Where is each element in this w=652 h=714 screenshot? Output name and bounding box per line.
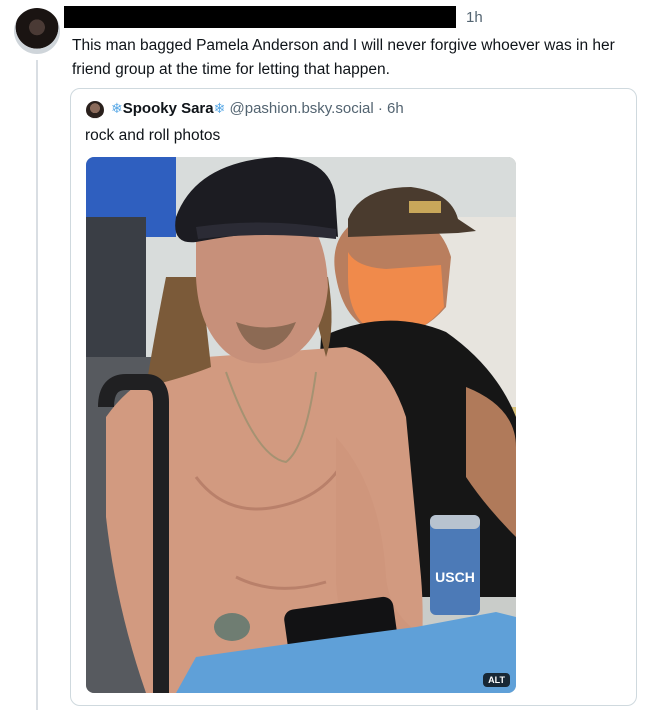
quoted-display-name[interactable]: Spooky Sara — [123, 100, 214, 117]
quoted-post[interactable]: ❄Spooky Sara❄ @pashion.bsky.social · 6h … — [70, 88, 637, 706]
quoted-post-header: ❄Spooky Sara❄ @pashion.bsky.social · 6h — [111, 100, 404, 117]
can-label: USCH — [435, 569, 475, 585]
quoted-handle-time[interactable]: @pashion.bsky.social · 6h — [230, 100, 404, 117]
snowflake-icon: ❄ — [111, 100, 123, 116]
quoted-post-text: rock and roll photos — [85, 127, 221, 144]
post-image[interactable]: USCH ALT — [86, 157, 516, 693]
post-text: This man bagged Pamela Anderson and I wi… — [72, 37, 615, 78]
snowflake-icon: ❄ — [213, 100, 226, 116]
post-time[interactable]: 1h — [466, 9, 483, 26]
photo-illustration: USCH — [86, 157, 516, 693]
alt-text-badge[interactable]: ALT — [483, 673, 510, 687]
quoted-author-avatar[interactable] — [86, 101, 104, 119]
author-avatar[interactable] — [14, 8, 60, 54]
thread-line — [36, 60, 38, 710]
redacted-author-name — [64, 6, 456, 28]
